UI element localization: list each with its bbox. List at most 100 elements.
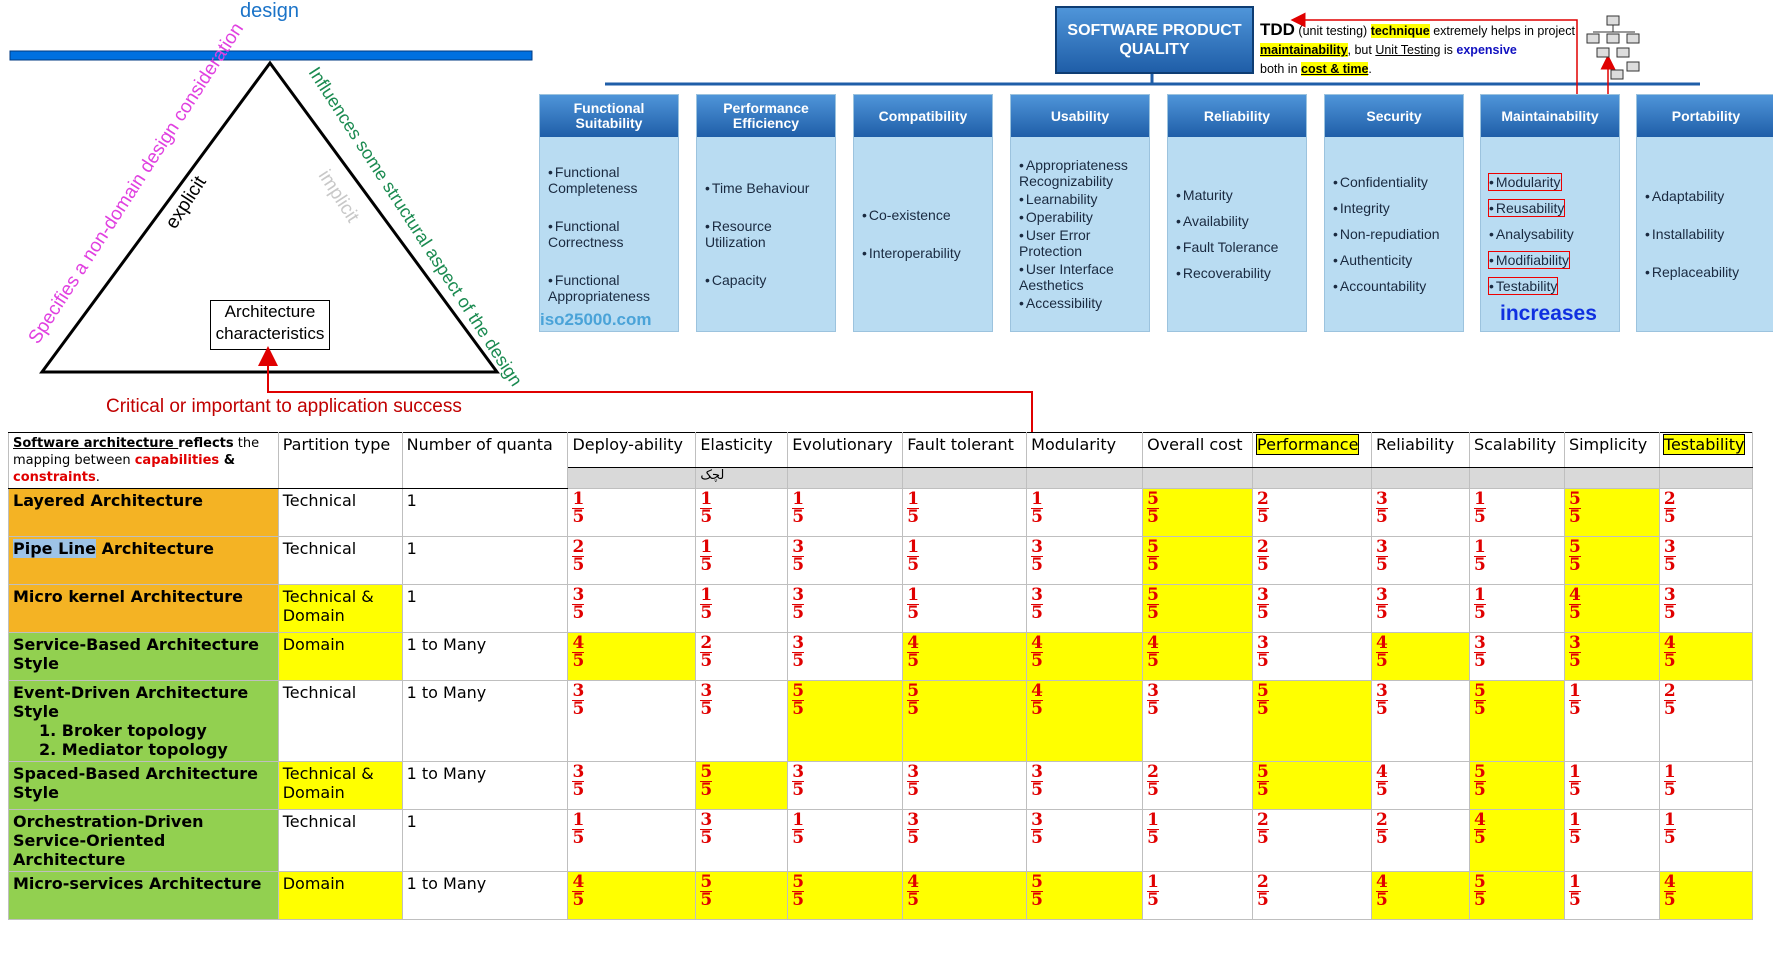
rating-cell: 35 xyxy=(787,584,904,633)
rating-cell: 45 xyxy=(1370,632,1470,681)
rating-cell: 55 xyxy=(1468,680,1565,762)
column-header-label: Evolutionary xyxy=(792,435,893,454)
rating-cell: 35 xyxy=(1370,584,1470,633)
column-header-label: Simplicity xyxy=(1568,435,1648,454)
rating-denominator: 5 xyxy=(907,603,920,623)
rating-fraction: 35 xyxy=(1031,764,1043,799)
partition-type: Technical xyxy=(277,536,403,585)
number-of-quanta: 1 xyxy=(401,584,569,633)
architecture-name: Layered Architecture xyxy=(8,488,279,537)
rating-denominator: 5 xyxy=(1663,651,1676,671)
rating-denominator: 5 xyxy=(1031,555,1043,575)
rating-denominator: 5 xyxy=(700,507,713,527)
tdd-both: both in xyxy=(1260,62,1302,76)
architecture-subtype: 2. Mediator topology xyxy=(39,740,228,759)
elasticity-note: لچک xyxy=(700,468,725,484)
rating-cell: 15 xyxy=(1468,488,1565,537)
rating-denominator: 5 xyxy=(700,828,713,848)
iso-column-reliability: Reliability Maturity Availability Fault Tol… xyxy=(1167,94,1307,332)
rating-denominator: 5 xyxy=(792,507,805,527)
rating-cell: 25 xyxy=(567,536,697,585)
number-of-quanta: 1 xyxy=(401,809,569,872)
rating-cell: 55 xyxy=(1142,584,1254,633)
rating-fraction: 35 xyxy=(792,635,805,671)
number-of-quanta: 1 to Many xyxy=(401,680,569,762)
column-header-label: Fault tolerant xyxy=(907,435,1014,454)
rating-fraction: 45 xyxy=(572,874,585,909)
rating-fraction: 55 xyxy=(1257,683,1269,718)
architecture-name-text: Orchestration-Driven Service-Oriented Ar… xyxy=(13,812,204,869)
rating-fraction: 55 xyxy=(1031,874,1043,909)
rating-cell: 35 xyxy=(1658,584,1754,633)
column-header: Overall cost xyxy=(1142,431,1254,469)
iso-title-line2: QUALITY xyxy=(1119,41,1190,58)
rating-cell: 25 xyxy=(1658,488,1754,537)
rating-fraction: 25 xyxy=(1663,683,1676,718)
rating-fraction: 35 xyxy=(792,764,805,799)
rating-denominator: 5 xyxy=(1568,507,1581,527)
rating-denominator: 5 xyxy=(700,651,713,671)
rating-denominator: 5 xyxy=(792,699,805,719)
rating-cell: 25 xyxy=(1252,871,1372,920)
rating-fraction: 55 xyxy=(1147,539,1159,574)
rating-denominator: 5 xyxy=(1031,828,1043,848)
rating-fraction: 45 xyxy=(1663,635,1676,671)
rating-fraction: 55 xyxy=(700,874,713,909)
column-header: Elasticity xyxy=(695,431,789,469)
rating-fraction: 35 xyxy=(572,587,585,622)
number-of-quanta: 1 xyxy=(401,488,569,537)
rating-denominator: 5 xyxy=(572,651,585,671)
partition-type: Technical & Domain xyxy=(277,761,403,810)
iso-column-items: Time Behaviour Resource Utilization Capaci… xyxy=(697,137,835,331)
rating-fraction: 35 xyxy=(1031,812,1043,847)
rating-denominator: 5 xyxy=(1375,507,1388,527)
rating-denominator: 5 xyxy=(1473,780,1486,800)
rating-cell: 15 xyxy=(1658,761,1754,810)
architecture-name-highlight: Pipe Line xyxy=(13,539,97,558)
rating-cell: 35 xyxy=(1370,536,1470,585)
rating-cell: 15 xyxy=(787,488,904,537)
iso-item: Functional Correctness xyxy=(548,218,678,250)
iso-item: Adaptability xyxy=(1645,188,1773,204)
rating-fraction: 35 xyxy=(1257,635,1269,670)
rating-fraction: 45 xyxy=(1375,764,1388,799)
rating-denominator: 5 xyxy=(1568,780,1581,800)
partition-type: Domain xyxy=(277,632,403,681)
rating-cell: 25 xyxy=(1252,536,1372,585)
rating-denominator: 5 xyxy=(1147,699,1159,719)
rating-cell: 45 xyxy=(1468,809,1565,872)
rating-denominator: 5 xyxy=(1568,651,1581,671)
rating-fraction: 45 xyxy=(1568,587,1581,622)
rating-cell: 25 xyxy=(1142,761,1254,810)
rating-cell: 55 xyxy=(787,680,904,762)
rating-denominator: 5 xyxy=(1257,828,1269,848)
rating-fraction: 15 xyxy=(792,812,805,847)
iso-item: Functional Completeness xyxy=(548,164,678,196)
rating-denominator: 5 xyxy=(572,780,585,800)
table-row: Spaced-Based Architecture Style Technical… xyxy=(8,761,1754,810)
tdd-but: , but xyxy=(1347,43,1376,57)
rating-fraction: 45 xyxy=(1375,635,1388,670)
rating-cell: 15 xyxy=(1142,809,1254,872)
header-note-cell xyxy=(1370,467,1470,489)
column-header-label: Modularity xyxy=(1031,435,1117,454)
rating-denominator: 5 xyxy=(792,651,805,671)
column-header: Partition type xyxy=(277,432,403,489)
rating-cell: 45 xyxy=(1370,871,1470,920)
iso-item: Reusability xyxy=(1487,199,1566,217)
rating-cell: 55 xyxy=(1563,536,1660,585)
rating-cell: 35 xyxy=(1142,680,1254,762)
rating-cell: 35 xyxy=(1658,536,1754,585)
iso-item: Accountability xyxy=(1333,278,1463,294)
design-label: design xyxy=(240,0,299,22)
rating-cell: 45 xyxy=(567,871,697,920)
rating-denominator: 5 xyxy=(1257,603,1269,623)
rating-fraction: 35 xyxy=(1663,539,1676,574)
rating-fraction: 25 xyxy=(1257,539,1269,574)
rating-fraction: 45 xyxy=(1147,635,1159,670)
rating-fraction: 15 xyxy=(572,812,585,847)
architecture-characteristics-box: Architecture characteristics xyxy=(210,300,330,350)
rating-fraction: 35 xyxy=(907,812,920,847)
rating-cell: 55 xyxy=(695,761,789,810)
number-of-quanta: 1 to Many xyxy=(401,871,569,920)
